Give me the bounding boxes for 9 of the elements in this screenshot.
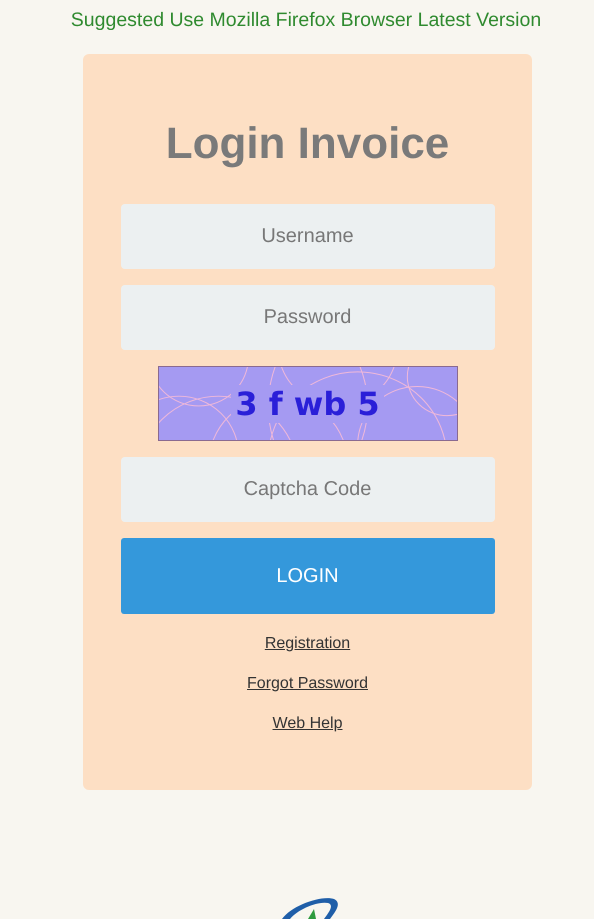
link[interactable]: Web Help	[272, 714, 342, 734]
link[interactable]: Registration	[264, 634, 350, 654]
captcha-field[interactable]: Captcha Code	[120, 457, 494, 522]
username-field[interactable]: Username	[120, 204, 494, 269]
browser-notice: Suggested Use Mozilla Firefox Browser Latest Version	[70, 8, 542, 32]
password-field[interactable]: Password	[120, 285, 494, 350]
login-title: Login Invoice	[166, 118, 450, 170]
captcha-image: 3 f wb 5	[158, 366, 458, 441]
link[interactable]: Forgot Password	[247, 674, 368, 694]
